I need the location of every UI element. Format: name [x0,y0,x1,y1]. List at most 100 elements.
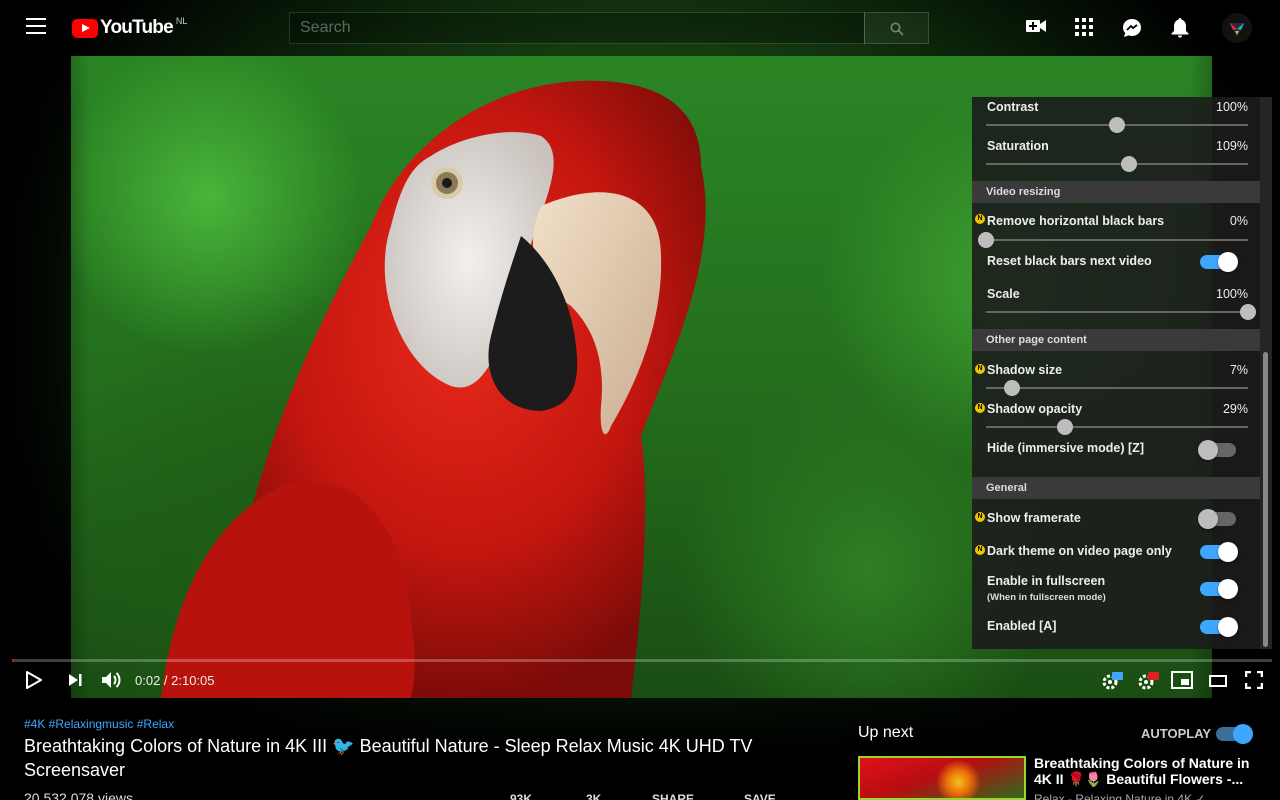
slider-knob[interactable] [1109,117,1125,133]
slider-knob[interactable] [1240,304,1256,320]
setting-label: Scale [987,287,1020,301]
setting-saturation: Saturation 109% [972,136,1260,176]
black-bars-slider[interactable] [978,232,1248,248]
logo-text: YouTube [100,17,174,38]
autoplay-toggle[interactable] [1216,724,1253,744]
panel-scrollbar[interactable] [1260,97,1272,649]
theater-mode-icon[interactable] [1209,674,1227,692]
toggle-knob [1218,617,1238,637]
new-badge-icon: N [975,364,985,374]
hide-immersive-toggle[interactable] [1198,440,1236,460]
volume-icon[interactable] [101,671,123,694]
view-count: 20,532,078 views [24,790,133,800]
dislike-button[interactable]: 3K [586,792,601,800]
setting-label: Show framerate [987,511,1081,525]
setting-show-framerate[interactable]: N Show framerate [972,509,1260,539]
slider-knob[interactable] [1004,380,1021,396]
miniplayer-icon[interactable] [1171,671,1193,694]
slider-knob[interactable] [1056,419,1073,435]
toggle-knob [1233,724,1253,744]
dark-theme-toggle[interactable] [1200,542,1238,562]
avatar[interactable] [1222,13,1252,43]
enable-fullscreen-toggle[interactable] [1200,579,1238,599]
toggle-knob [1198,440,1218,460]
new-badge-icon: N [975,214,985,224]
fullscreen-icon[interactable] [1244,670,1264,694]
recommended-title[interactable]: Breathtaking Colors of Nature in 4K II 🌹… [1034,755,1266,787]
toggle-knob [1218,542,1238,562]
apps-grid-icon[interactable] [1075,18,1097,38]
ambilight-settings-panel: Contrast 100% Saturation 109% Video resi… [972,97,1272,649]
setting-enable-fullscreen[interactable]: Enable in fullscreen (When in fullscreen… [972,572,1260,612]
ambilight-settings-icon[interactable] [1100,671,1124,696]
recommended-channel[interactable]: Relax - Relaxing Nature in 4K ✓ [1034,792,1205,800]
enabled-toggle[interactable] [1200,617,1238,637]
toggle-knob [1218,579,1238,599]
time-display: 0:02 / 2:10:05 [135,673,215,688]
setting-value: 0% [1229,214,1248,228]
video-title: Breathtaking Colors of Nature in 4K III … [24,736,753,780]
masthead: YouTube NL [0,0,1280,56]
search-button[interactable] [864,12,929,44]
setting-label: Shadow opacity [987,402,1083,416]
hamburger-menu-icon[interactable] [26,18,46,36]
save-button[interactable]: SAVE [744,792,776,800]
section-other-page-content: Other page content [972,329,1260,351]
saturation-slider[interactable] [986,156,1248,172]
setting-enabled[interactable]: Enabled [A] [972,617,1260,647]
setting-sublabel: (When in fullscreen mode) [987,592,1106,603]
autoplay-label: AUTOPLAY [1141,726,1212,741]
setting-label: Reset black bars next video [987,254,1152,268]
setting-scale: Scale 100% [972,285,1260,325]
share-button[interactable]: SHARE [652,792,694,800]
setting-dark-theme[interactable]: N Dark theme on video page only [972,542,1260,572]
setting-value: 7% [1229,363,1248,377]
setting-shadow-opacity: N Shadow opacity 29% [972,400,1260,440]
setting-reset-black-bars[interactable]: Reset black bars next video [972,252,1260,282]
play-icon[interactable] [26,671,42,694]
setting-value: 100% [1216,100,1248,114]
section-video-resizing: Video resizing [972,181,1260,203]
new-badge-icon: N [975,545,985,555]
setting-value: 100% [1216,287,1248,301]
next-icon[interactable] [68,673,82,692]
logo-region: NL [175,16,188,26]
setting-hide-immersive[interactable]: Hide (immersive mode) [Z] [972,439,1260,469]
reset-black-bars-toggle[interactable] [1200,252,1238,272]
shadow-size-slider[interactable] [986,380,1248,396]
setting-remove-black-bars: N Remove horizontal black bars 0% [972,211,1260,251]
hashtags[interactable]: #4K #Relaxingmusic #Relax [24,717,174,731]
setting-value: 109% [1216,139,1248,153]
setting-contrast: Contrast 100% [972,97,1260,137]
setting-label: Hide (immersive mode) [Z] [987,441,1144,455]
setting-value: 29% [1222,402,1248,416]
messages-icon[interactable] [1122,18,1144,38]
scale-slider[interactable] [986,304,1256,320]
setting-label: Dark theme on video page only [987,544,1172,558]
slider-knob[interactable] [1120,156,1137,172]
new-badge-icon: N [975,403,985,413]
search-input[interactable] [290,13,864,43]
search-box [289,12,865,44]
scrollbar-thumb[interactable] [1263,352,1268,647]
search-icon [890,22,904,36]
contrast-slider[interactable] [986,117,1248,133]
create-video-icon[interactable] [1026,18,1048,38]
youtube-logo[interactable]: YouTube NL [72,16,188,39]
show-framerate-toggle[interactable] [1198,509,1236,529]
quality-settings-icon[interactable] [1136,671,1160,696]
slider-knob[interactable] [978,232,994,248]
youtube-play-icon [72,18,98,38]
toggle-knob [1218,252,1238,272]
shadow-opacity-slider[interactable] [986,419,1248,435]
up-next-heading: Up next [858,724,914,741]
setting-shadow-size: N Shadow size 7% [972,361,1260,401]
setting-label: Contrast [987,100,1039,114]
notifications-bell-icon[interactable] [1171,18,1193,38]
setting-label: Saturation [987,139,1049,153]
recommended-thumbnail[interactable] [858,756,1026,800]
section-general: General [972,477,1260,499]
player-controls: 0:02 / 2:10:05 [0,662,1280,698]
like-button[interactable]: 93K [510,792,532,800]
new-badge-icon: N [975,512,985,522]
